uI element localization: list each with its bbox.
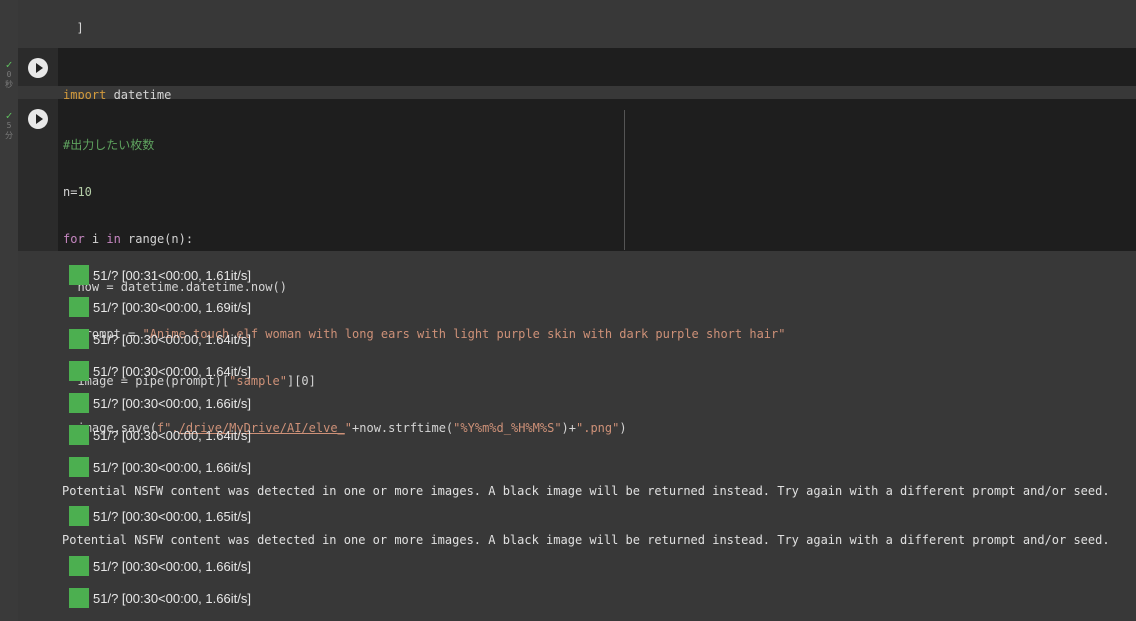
code-cell[interactable]: import datetime xyxy=(18,48,1136,102)
code-keyword: in xyxy=(106,232,121,247)
code-line: ] xyxy=(62,21,84,35)
progress-fill xyxy=(69,393,89,413)
progress-text: 51/? [00:31<00:00, 1.61it/s] xyxy=(93,267,251,283)
progress-bar: 51/? [00:30<00:00, 1.64it/s] xyxy=(69,329,251,349)
code-text: ) xyxy=(619,421,627,436)
progress-text: 51/? [00:30<00:00, 1.66it/s] xyxy=(93,395,251,411)
code-text: +now.strftime( xyxy=(352,421,454,436)
progress-text: 51/? [00:30<00:00, 1.66it/s] xyxy=(93,558,251,574)
progress-text: 51/? [00:30<00:00, 1.66it/s] xyxy=(93,590,251,606)
editor-ruler xyxy=(624,110,625,250)
code-cell[interactable]: #出力したい枚数 n=10 for i in range(n): now = d… xyxy=(18,99,1136,435)
progress-fill xyxy=(69,425,89,445)
progress-fill xyxy=(69,588,89,608)
progress-text: 51/? [00:30<00:00, 1.66it/s] xyxy=(93,459,251,475)
progress-bar: 51/? [00:30<00:00, 1.64it/s] xyxy=(69,425,251,445)
cell-status: ✓ 5 分 xyxy=(1,109,17,141)
progress-text: 51/? [00:30<00:00, 1.65it/s] xyxy=(93,508,251,524)
warning-message: Potential NSFW content was detected in o… xyxy=(62,533,1110,547)
code-text: i xyxy=(84,232,107,247)
exec-time-unit: 分 xyxy=(5,131,13,140)
code-text: ][0] xyxy=(286,373,316,388)
left-gutter xyxy=(0,0,18,621)
progress-text: 51/? [00:30<00:00, 1.64it/s] xyxy=(93,427,251,443)
run-cell-button[interactable] xyxy=(28,58,48,78)
progress-fill xyxy=(69,361,89,381)
code-text: range(n): xyxy=(120,232,194,247)
progress-fill xyxy=(69,556,89,576)
progress-fill xyxy=(69,297,89,317)
progress-text: 51/? [00:30<00:00, 1.64it/s] xyxy=(93,331,251,347)
progress-bar: 51/? [00:30<00:00, 1.69it/s] xyxy=(69,297,251,317)
run-cell-button[interactable] xyxy=(28,109,48,129)
exec-time-unit: 秒 xyxy=(5,80,13,89)
code-comment: #出力したい枚数 xyxy=(63,138,155,152)
cell-status: ✓ 0 秒 xyxy=(1,58,17,90)
exec-time-value: 5 xyxy=(6,121,12,130)
code-keyword: for xyxy=(63,232,85,247)
progress-bar: 51/? [00:30<00:00, 1.66it/s] xyxy=(69,393,251,413)
progress-fill xyxy=(69,265,89,285)
check-icon: ✓ xyxy=(5,58,13,71)
progress-text: 51/? [00:30<00:00, 1.64it/s] xyxy=(93,363,251,379)
code-string: "%Y%m%d_%H%M%S" xyxy=(453,421,562,436)
progress-bar: 51/? [00:30<00:00, 1.66it/s] xyxy=(69,556,251,576)
progress-bar: 51/? [00:30<00:00, 1.66it/s] xyxy=(69,457,251,477)
progress-bar: 51/? [00:30<00:00, 1.64it/s] xyxy=(69,361,251,381)
progress-fill xyxy=(69,457,89,477)
exec-time-value: 0 xyxy=(6,70,12,79)
check-icon: ✓ xyxy=(5,109,13,122)
progress-text: 51/? [00:30<00:00, 1.69it/s] xyxy=(93,299,251,315)
code-text: n= xyxy=(63,185,78,200)
progress-bar: 51/? [00:30<00:00, 1.66it/s] xyxy=(69,588,251,608)
code-string: ".png" xyxy=(576,421,620,436)
progress-bar: 51/? [00:30<00:00, 1.65it/s] xyxy=(69,506,251,526)
progress-fill xyxy=(69,329,89,349)
code-number: 10 xyxy=(77,185,92,200)
warning-message: Potential NSFW content was detected in o… xyxy=(62,484,1110,498)
progress-fill xyxy=(69,506,89,526)
code-string: " xyxy=(344,421,353,436)
code-text: )+ xyxy=(561,421,576,436)
progress-bar: 51/? [00:31<00:00, 1.61it/s] xyxy=(69,265,251,285)
